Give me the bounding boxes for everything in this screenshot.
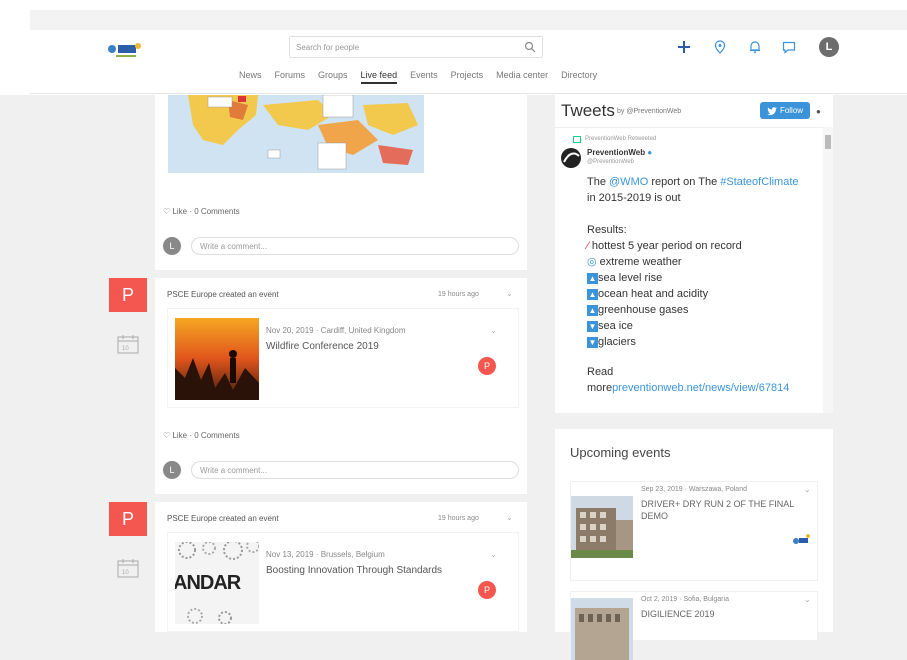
page: L News Forums Groups Live feed Events Pr… <box>0 0 907 660</box>
tweet-user[interactable]: PreventionWeb ● <box>587 148 652 157</box>
user-avatar[interactable]: L <box>819 37 839 57</box>
organizer-badge-2[interactable]: P <box>478 581 496 599</box>
wmo-link[interactable]: @WMO <box>609 176 648 188</box>
arrow-up-icon: ▲ <box>587 289 598 300</box>
building-image <box>571 496 633 558</box>
chevron-down-icon[interactable]: ⌄ <box>506 289 513 298</box>
post-author-avatar[interactable]: P <box>109 278 147 312</box>
nav-live-feed[interactable]: Live feed <box>360 68 398 84</box>
retweeted-label: PreventionWeb Retweeted <box>585 136 657 142</box>
comment-avatar: L <box>163 237 181 255</box>
arrow-up-icon: ▲ <box>587 273 598 284</box>
comment-avatar: L <box>163 461 181 479</box>
nav-projects[interactable]: Projects <box>451 68 484 84</box>
comments-count[interactable]: 0 Comments <box>194 207 239 216</box>
add-icon[interactable] <box>675 38 693 56</box>
event-date-location-2: Nov 13, 2019 · Brussels, Belgium <box>266 550 385 559</box>
main-nav: News Forums Groups Live feed Events Proj… <box>239 68 610 84</box>
wildfire-image <box>175 318 259 400</box>
info-icon[interactable]: ● <box>816 107 821 116</box>
post-meta: PSCE Europe created an event <box>167 290 279 299</box>
search-icon[interactable] <box>524 41 536 53</box>
post-time: 19 hours ago <box>438 291 479 298</box>
event-chevron-icon[interactable]: ⌄ <box>490 326 497 335</box>
organizer-logo <box>793 534 810 544</box>
post-time: 19 hours ago <box>438 515 479 522</box>
nav-forums[interactable]: Forums <box>275 68 306 84</box>
cyclone-icon: ◎ <box>587 256 597 268</box>
like-link[interactable]: Like <box>172 207 187 216</box>
event-thumbnail-2[interactable]: ANDAR <box>175 542 259 624</box>
scrollbar-thumb[interactable] <box>825 135 831 149</box>
event-title[interactable]: Wildfire Conference 2019 <box>266 341 379 352</box>
chevron-down-icon[interactable]: ⌄ <box>506 513 513 522</box>
nav-media-center[interactable]: Media center <box>496 68 548 84</box>
site-header: L News Forums Groups Live feed Events Pr… <box>30 30 907 94</box>
hashtag-link[interactable]: #StateofClimate <box>720 176 798 188</box>
calendar-day: 10 <box>122 570 129 576</box>
comment-input[interactable] <box>191 461 519 479</box>
upcoming-event-item-2[interactable]: Oct 2, 2019 · Sofia, Bulgaria ⌄ DIGILIEN… <box>570 591 818 660</box>
retweet-icon <box>573 136 581 143</box>
map-graphic <box>168 95 424 173</box>
comment-row-2: L <box>163 461 523 481</box>
upcoming-event-name-2[interactable]: DIGILIENCE 2019 <box>641 608 811 620</box>
tweets-by[interactable]: by @PreventionWeb <box>617 108 681 115</box>
upcoming-events-widget: Upcoming events Sep 23, 2019 · Warszawa,… <box>555 429 833 660</box>
preventionweb-avatar[interactable] <box>561 148 581 168</box>
upcoming-event-date-2: Oct 2, 2019 · Sofia, Bulgaria <box>641 596 729 603</box>
event-title-2[interactable]: Boosting Innovation Through Standards <box>266 565 442 576</box>
post-meta: PSCE Europe created an event <box>167 514 279 523</box>
nav-news[interactable]: News <box>239 68 262 84</box>
upcoming-events-title: Upcoming events <box>570 445 671 460</box>
arrow-down-icon: ▼ <box>587 321 598 332</box>
like-link[interactable]: Like <box>172 431 187 440</box>
post-author-avatar-2[interactable]: P <box>109 502 147 536</box>
like-bar: ♡ Like · 0 Comments <box>163 207 240 216</box>
search-input[interactable] <box>290 37 510 58</box>
chevron-down-icon[interactable]: ⌄ <box>804 595 811 604</box>
upcoming-event-date: Sep 23, 2019 · Warszawa, Poland <box>641 486 747 493</box>
heart-icon[interactable]: ♡ <box>163 431 170 440</box>
tweet-text: The @WMO report on The #StateofClimate i… <box>587 176 799 394</box>
like-bar-2: ♡ Like · 0 Comments <box>163 431 240 440</box>
map-image[interactable] <box>168 95 424 173</box>
twitter-bird-icon <box>767 106 777 115</box>
people-search[interactable] <box>289 36 543 58</box>
chevron-down-icon[interactable]: ⌄ <box>804 485 811 494</box>
upcoming-event-name[interactable]: DRIVER+ DRY RUN 2 OF THE FINAL DEMO <box>641 498 811 522</box>
follow-button[interactable]: Follow <box>760 102 810 119</box>
chat-icon[interactable] <box>780 38 798 56</box>
comment-row: L <box>163 237 523 257</box>
nav-events[interactable]: Events <box>410 68 438 84</box>
article-link[interactable]: preventionweb.net/news/view/67814 <box>612 382 789 394</box>
heart-icon[interactable]: ♡ <box>163 207 170 216</box>
calendar-day: 10 <box>122 346 129 352</box>
upcoming-event-item[interactable]: Sep 23, 2019 · Warszawa, Poland ⌄ DRIVER… <box>570 481 818 581</box>
tweets-title: Tweets <box>561 101 615 120</box>
tweet-timeline[interactable]: PreventionWeb Retweeted PreventionWeb ● … <box>555 127 823 413</box>
verified-icon: ● <box>647 148 653 157</box>
location-pin-icon[interactable] <box>711 38 729 56</box>
event-thumbnail[interactable] <box>175 318 259 400</box>
tweet-scrollbar[interactable] <box>823 127 833 413</box>
comments-count[interactable]: 0 Comments <box>194 431 239 440</box>
site-logo[interactable] <box>104 38 144 60</box>
nav-directory[interactable]: Directory <box>561 68 597 84</box>
twitter-widget: Tweets by @PreventionWeb Follow ● Preven… <box>555 95 833 413</box>
tweet-handle[interactable]: @PreventionWeb <box>587 159 634 165</box>
arrow-up-icon: ▲ <box>587 305 598 316</box>
comment-input[interactable] <box>191 237 519 255</box>
event-chevron-icon[interactable]: ⌄ <box>490 550 497 559</box>
thumbnail-text: ANDAR <box>175 572 241 594</box>
organizer-badge[interactable]: P <box>478 357 496 375</box>
nav-groups[interactable]: Groups <box>318 68 348 84</box>
thermometer-icon: ∕ <box>587 240 589 252</box>
building-image-2 <box>571 598 633 660</box>
event-date-location: Nov 20, 2019 · Cardiff, United Kingdom <box>266 326 406 335</box>
browser-top-strip <box>30 10 907 30</box>
arrow-down-icon: ▼ <box>587 337 598 348</box>
bell-icon[interactable] <box>746 38 764 56</box>
